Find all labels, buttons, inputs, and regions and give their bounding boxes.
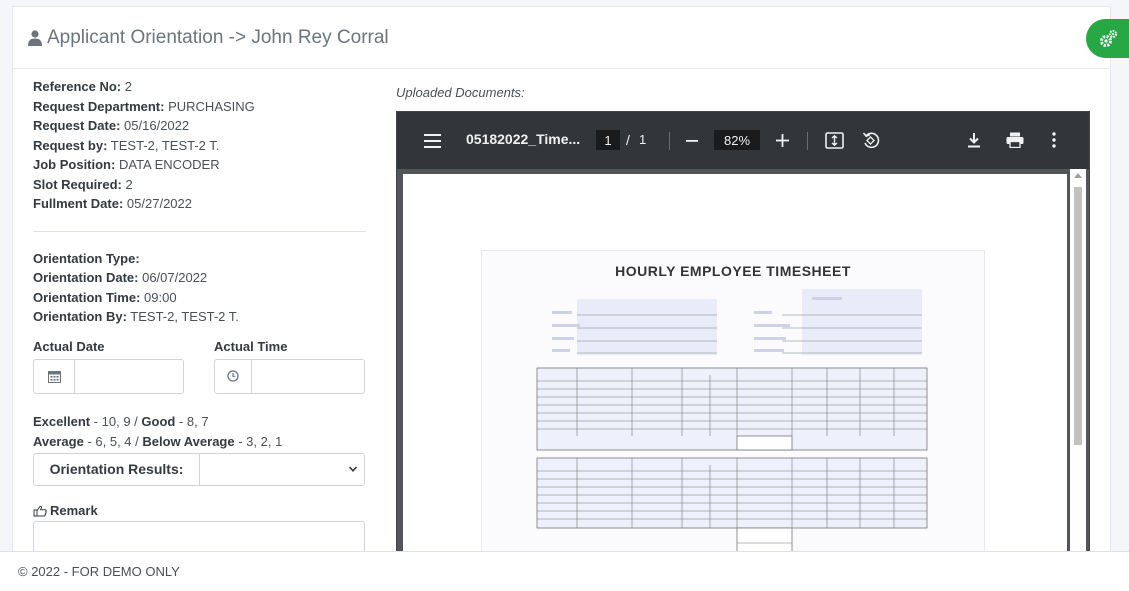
actual-date-input-group — [33, 358, 184, 394]
orientation-card: Applicant Orientation -> John Rey Corral… — [12, 6, 1111, 571]
cogs-icon — [1100, 29, 1118, 47]
pdf-viewer[interactable]: 05182022_Time... 1 / 1 82% HOURLY EMPLOY… — [396, 111, 1090, 571]
info-label: Orientation By: — [33, 309, 127, 324]
pdf-page: HOURLY EMPLOYEE TIMESHEET — [403, 174, 1067, 570]
zoom-out-icon[interactable] — [686, 140, 698, 142]
orientation-results-label: Orientation Results: — [33, 452, 200, 486]
page-total: 1 — [639, 132, 647, 147]
timesheet-preview: HOURLY EMPLOYEE TIMESHEET — [481, 250, 985, 570]
pdf-file-name: 05182022_Time... — [466, 131, 581, 147]
actual-time-input[interactable] — [252, 358, 365, 394]
print-icon[interactable] — [1006, 132, 1024, 148]
footer: © 2022 - FOR DEMO ONLY — [0, 551, 1129, 591]
info-slot-required: Slot Required: 2 — [33, 175, 366, 195]
page-separator: / — [626, 132, 630, 148]
info-label: Request Department: — [33, 98, 165, 114]
rating-legend: Excellent - 10, 9 / Good - 8, 7 Average … — [33, 412, 366, 452]
request-details: Reference No: 2 Request Department: PURC… — [33, 77, 366, 214]
info-orientation-time: Orientation Time: 09:00 — [33, 288, 366, 308]
info-request-department: Request Department: PURCHASING — [33, 97, 366, 117]
calendar-icon-glyph — [47, 370, 61, 383]
info-label: Orientation Type: — [33, 250, 140, 266]
info-request-date: Request Date: 05/16/2022 — [33, 116, 366, 136]
orientation-results-select[interactable] — [200, 452, 365, 486]
toolbar-separator — [669, 132, 670, 150]
actual-time-label: Actual Time — [214, 338, 288, 354]
info-orientation-date: Orientation Date: 06/07/2022 — [33, 268, 366, 288]
fit-page-icon[interactable] — [825, 132, 844, 149]
details-column: Reference No: 2 Request Department: PURC… — [33, 77, 366, 561]
scroll-up-arrow-icon[interactable] — [1074, 173, 1082, 178]
info-label: Slot Required: — [33, 176, 122, 192]
actual-date-group: Actual Date — [33, 339, 184, 394]
info-label: Fullment Date: — [33, 196, 124, 211]
remark-label-row: Remark — [33, 503, 366, 519]
rating-excellent-values: - 10, 9 / — [90, 413, 142, 429]
info-label: Orientation Time: — [33, 289, 141, 305]
rating-good-label: Good — [141, 413, 176, 429]
rating-average-label: Average — [33, 433, 84, 449]
actual-date-label: Actual Date — [33, 338, 105, 354]
info-request-by: Request by: TEST-2, TEST-2 T. — [33, 136, 366, 156]
clock-icon-glyph — [227, 370, 239, 382]
rating-good-values: - 8, 7 — [175, 413, 209, 429]
more-options-icon[interactable] — [1052, 132, 1056, 148]
info-label: Orientation Date: — [33, 270, 139, 285]
page-title: Applicant Orientation -> John Rey Corral — [47, 26, 389, 48]
timesheet-form-image — [536, 289, 928, 559]
footer-text: © 2022 - FOR DEMO ONLY — [18, 564, 180, 579]
download-icon[interactable] — [967, 132, 981, 148]
orientation-results-group: Orientation Results: — [33, 452, 366, 486]
info-value: 06/07/2022 — [142, 270, 208, 285]
info-reference-no: Reference No: 2 — [33, 77, 366, 97]
user-icon — [28, 29, 42, 46]
info-value: 09:00 — [144, 289, 177, 305]
rating-line-1: Excellent - 10, 9 / Good - 8, 7 — [33, 412, 366, 432]
clock-icon[interactable] — [214, 358, 252, 394]
info-label: Request by: — [33, 137, 108, 153]
divider — [33, 230, 366, 232]
uploaded-documents-label: Uploaded Documents: — [396, 85, 525, 100]
card-header: Applicant Orientation -> John Rey Corral — [13, 7, 1110, 69]
orientation-details: Orientation Type: Orientation Date: 06/0… — [33, 249, 366, 327]
info-value: 2 — [125, 176, 133, 192]
pdf-scrollbar[interactable] — [1070, 169, 1086, 570]
info-value: 05/16/2022 — [124, 118, 190, 133]
settings-button[interactable] — [1086, 19, 1129, 58]
info-orientation-type: Orientation Type: — [33, 249, 366, 269]
info-orientation-by: Orientation By: TEST-2, TEST-2 T. — [33, 307, 366, 327]
rating-average-values: - 6, 5, 4 / — [83, 433, 143, 449]
rotate-icon[interactable] — [862, 131, 880, 149]
actual-row: Actual Date Actual Time — [33, 339, 366, 394]
rating-excellent-label: Excellent — [33, 413, 91, 429]
info-value: DATA ENCODER — [118, 157, 220, 172]
info-label: Reference No: — [33, 79, 122, 94]
info-fullment-date: Fullment Date: 05/27/2022 — [33, 194, 366, 214]
actual-date-input[interactable] — [75, 358, 184, 394]
chevron-down-icon — [348, 465, 358, 472]
rating-below-values: - 3, 2, 1 — [234, 433, 283, 449]
zoom-input[interactable]: 82% — [714, 130, 760, 150]
info-value: TEST-2, TEST-2 T. — [130, 309, 239, 324]
rating-line-2: Average - 6, 5, 4 / Below Average - 3, 2… — [33, 432, 366, 452]
pdf-toolbar: 05182022_Time... 1 / 1 82% — [397, 112, 1089, 169]
rating-below-label: Below Average — [142, 433, 235, 449]
hand-pointer-icon — [33, 505, 47, 516]
info-value: 2 — [124, 79, 132, 94]
page-number-input[interactable]: 1 — [596, 130, 620, 150]
menu-icon[interactable] — [424, 134, 441, 148]
info-label: Request Date: — [33, 118, 121, 133]
actual-time-group: Actual Time — [214, 339, 365, 394]
remark-label: Remark — [50, 503, 98, 518]
zoom-in-icon[interactable] — [776, 134, 789, 147]
toolbar-separator — [807, 132, 808, 150]
info-value: PURCHASING — [168, 98, 255, 114]
info-value: 05/27/2022 — [126, 196, 192, 211]
info-label: Job Position: — [33, 157, 116, 172]
calendar-icon[interactable] — [33, 358, 75, 394]
scroll-thumb[interactable] — [1074, 187, 1082, 445]
actual-time-input-group — [214, 358, 365, 394]
info-value: TEST-2, TEST-2 T. — [110, 137, 220, 153]
info-job-position: Job Position: DATA ENCODER — [33, 155, 366, 175]
